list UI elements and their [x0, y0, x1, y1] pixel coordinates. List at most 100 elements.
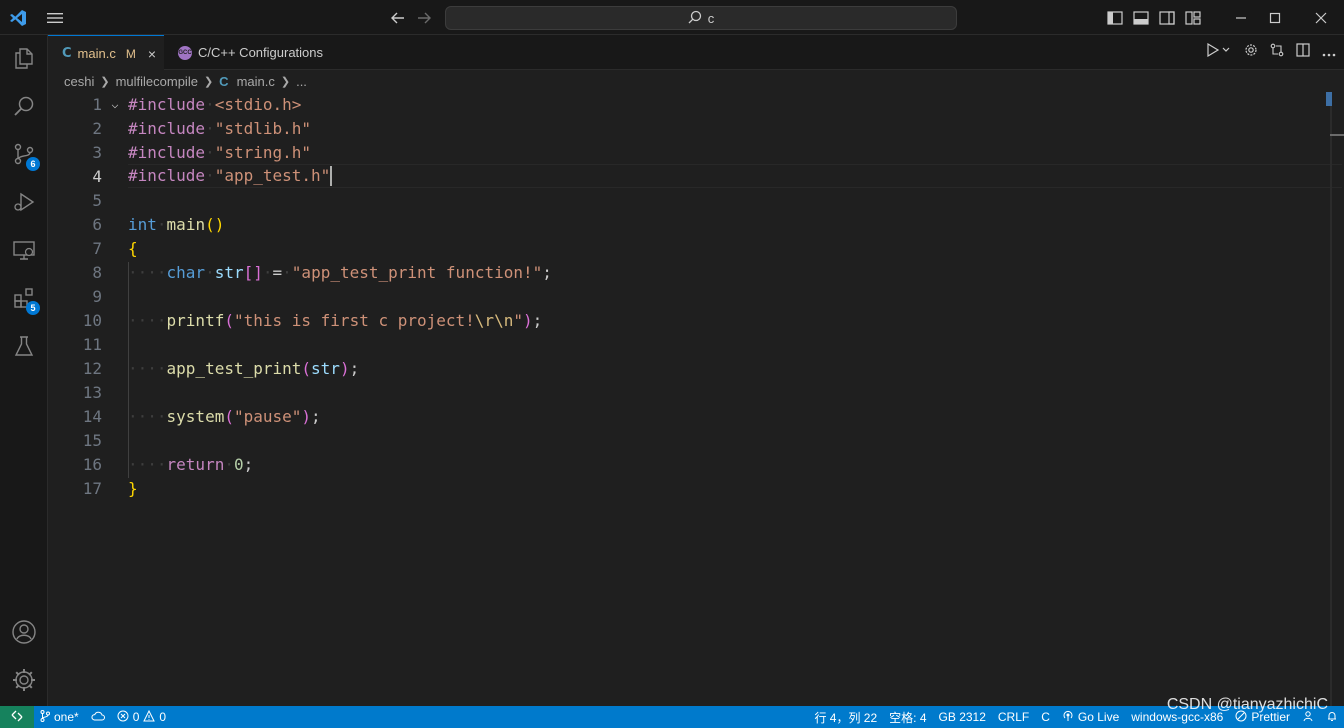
person-icon: [1302, 710, 1314, 725]
overview-ruler[interactable]: [1330, 92, 1332, 706]
prettier-label: Prettier: [1251, 710, 1290, 724]
encoding[interactable]: GB 2312: [933, 706, 992, 728]
tab-label: C/C++ Configurations: [198, 45, 324, 60]
settings-gear-icon[interactable]: [1244, 43, 1258, 62]
code-line: 17 }: [48, 476, 1328, 500]
code-line: 7 {: [48, 236, 1328, 260]
code-editor[interactable]: 1 ⌵ #include·<stdio.h> 2 #include·"stdli…: [48, 92, 1344, 706]
code-line: 14 ····system("pause");: [48, 404, 1328, 428]
code-line: 1 ⌵ #include·<stdio.h>: [48, 92, 1328, 116]
broadcast-icon: [1062, 710, 1074, 725]
code-line: 11: [48, 332, 1328, 356]
run-debug-icon: [12, 190, 36, 219]
code-line: 16 ····return·0;: [48, 452, 1328, 476]
tab-main-c[interactable]: C main.c M ×: [48, 35, 164, 71]
vscode-logo-icon: [6, 0, 30, 35]
back-arrow-icon[interactable]: [388, 0, 408, 35]
line-number: 7: [92, 238, 102, 258]
scrollbar-thumb[interactable]: [1326, 92, 1332, 106]
line-number: 3: [92, 142, 102, 162]
code-line: 6 int·main(): [48, 212, 1328, 236]
toggle-primary-sidebar-icon[interactable]: [1106, 0, 1124, 35]
activity-source-control[interactable]: 6: [0, 132, 48, 180]
prettier-status[interactable]: Prettier: [1229, 706, 1296, 728]
text-cursor: [330, 166, 333, 187]
line-number: 11: [82, 334, 102, 354]
chevron-right-icon: ❯: [100, 75, 110, 88]
activity-accounts[interactable]: [0, 610, 48, 658]
line-number: 17: [82, 478, 102, 498]
fold-chevron-icon[interactable]: ⌵: [102, 97, 128, 111]
editor-tabs: C main.c M × GCC C/C++ Configurations: [48, 35, 1344, 71]
sync-status[interactable]: [85, 706, 111, 728]
cpp-configuration[interactable]: windows-gcc-x86: [1125, 706, 1229, 728]
remote-explorer-icon: [12, 238, 36, 267]
run-file-icon[interactable]: [1206, 42, 1232, 62]
gcc-icon: GCC: [178, 45, 192, 60]
line-number: 10: [82, 310, 102, 330]
search-icon: [12, 94, 36, 123]
maximize-icon[interactable]: [1252, 0, 1298, 35]
check-double-icon: [1235, 710, 1247, 725]
end-of-line[interactable]: CRLF: [992, 706, 1035, 728]
code-line: 15: [48, 428, 1328, 452]
go-live-label: Go Live: [1077, 710, 1120, 724]
account-icon: [11, 619, 37, 650]
c-file-icon: C: [219, 73, 229, 89]
toggle-panel-icon[interactable]: [1132, 0, 1150, 35]
activity-search[interactable]: [0, 84, 48, 132]
breadcrumb-folder-mulfilecompile[interactable]: mulfilecompile: [116, 74, 198, 89]
activity-explorer[interactable]: [0, 36, 48, 84]
breadcrumb-folder-ceshi[interactable]: ceshi: [64, 74, 94, 89]
line-number: 15: [82, 430, 102, 450]
tab-cpp-configurations[interactable]: GCC C/C++ Configurations: [164, 35, 354, 70]
go-live-button[interactable]: Go Live: [1056, 706, 1125, 728]
customize-layout-icon[interactable]: [1184, 0, 1202, 35]
indentation[interactable]: 空格: 4: [883, 706, 932, 728]
status-bar-right: 行 4，列 22 空格: 4 GB 2312 CRLF C Go Live wi…: [808, 706, 1344, 728]
cursor-position[interactable]: 行 4，列 22: [808, 706, 883, 728]
breadcrumb: ceshi ❯ mulfilecompile ❯ C main.c ❯ ...: [48, 70, 1344, 92]
modified-indicator: M: [125, 46, 136, 61]
line-number: 6: [92, 214, 102, 234]
beaker-icon: [12, 334, 36, 363]
overview-cursor-marker: [1330, 134, 1344, 136]
title-bar: c: [0, 0, 1344, 35]
extensions-badge: 5: [26, 301, 40, 315]
close-icon[interactable]: [1298, 0, 1344, 35]
accounts-status[interactable]: [1296, 706, 1320, 728]
warning-count: 0: [159, 710, 167, 724]
language-mode[interactable]: C: [1035, 706, 1056, 728]
branch-status[interactable]: one*: [34, 706, 85, 728]
activity-run-debug[interactable]: [0, 180, 48, 228]
line-number: 9: [92, 286, 102, 306]
bell-icon: [1326, 710, 1338, 725]
command-center-search[interactable]: c: [445, 6, 957, 30]
menu-icon[interactable]: [44, 0, 66, 35]
error-icon: [117, 710, 129, 725]
activity-testing[interactable]: [0, 324, 48, 372]
activity-remote-explorer[interactable]: [0, 228, 48, 276]
forward-arrow-icon[interactable]: [414, 0, 434, 35]
more-actions-icon[interactable]: [1322, 44, 1336, 62]
code-line: 12 ····app_test_print(str);: [48, 356, 1328, 380]
code-line: 10 ····printf("this is first c project!\…: [48, 308, 1328, 332]
remote-indicator[interactable]: [0, 706, 34, 728]
notifications-status[interactable]: [1320, 706, 1344, 728]
split-editor-icon[interactable]: [1296, 43, 1310, 62]
line-number: 8: [92, 262, 102, 282]
activity-extensions[interactable]: 5: [0, 276, 48, 324]
line-number: 4: [92, 166, 102, 186]
files-icon: [12, 46, 36, 75]
activity-bar: 6 5: [0, 35, 48, 706]
git-branch-icon: [40, 709, 50, 725]
toggle-secondary-sidebar-icon[interactable]: [1158, 0, 1176, 35]
breadcrumb-file[interactable]: main.c: [237, 74, 275, 89]
activity-manage[interactable]: [0, 658, 48, 706]
close-tab-icon[interactable]: ×: [148, 46, 156, 62]
search-icon: [688, 10, 702, 27]
breadcrumb-symbols[interactable]: ...: [296, 74, 307, 89]
code-line: 4 #include·"app_test.h": [48, 164, 1328, 188]
problems-status[interactable]: 0 0: [111, 706, 172, 728]
compare-changes-icon[interactable]: [1270, 43, 1284, 62]
